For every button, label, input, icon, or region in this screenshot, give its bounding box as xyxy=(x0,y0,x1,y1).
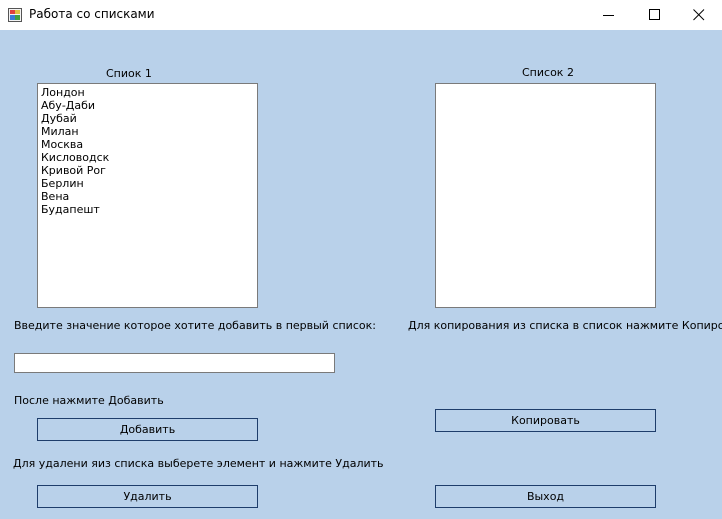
list-item[interactable]: Берлин xyxy=(41,177,257,190)
exit-button[interactable]: Выход xyxy=(435,485,656,508)
remove-hint-label: Для удалени яиз списка выберете элемент … xyxy=(13,457,384,470)
list-item[interactable]: Лондон xyxy=(41,86,257,99)
list-item[interactable]: Кисловодск xyxy=(41,151,257,164)
maximize-button[interactable] xyxy=(632,0,678,30)
list-item[interactable]: Будапешт xyxy=(41,203,257,216)
list2-listbox[interactable] xyxy=(435,83,656,308)
maximize-icon xyxy=(649,9,660,20)
list1-items: Лондон Абу-Даби Дубай Милан Москва Кисловодск… xyxy=(38,84,257,216)
app-window-icon xyxy=(8,8,22,22)
list-item[interactable]: Москва xyxy=(41,138,257,151)
window-title: Работа со списками xyxy=(29,7,155,21)
list2-items xyxy=(436,84,655,86)
add-button[interactable]: Добавить xyxy=(37,418,258,441)
list-item[interactable]: Дубай xyxy=(41,112,257,125)
list-item[interactable]: Кривой Рог xyxy=(41,164,257,177)
minimize-icon xyxy=(603,15,614,16)
add-prompt-label: Введите значение которое хотите добавить… xyxy=(14,319,376,332)
minimize-button[interactable] xyxy=(586,0,632,30)
copy-button-label: Копировать xyxy=(511,414,580,427)
add-value-input[interactable] xyxy=(14,353,335,373)
list-item[interactable]: Милан xyxy=(41,125,257,138)
copy-button[interactable]: Копировать xyxy=(435,409,656,432)
copy-hint-label: Для копирования из списка в список нажми… xyxy=(408,319,722,332)
list1-label: Спиок 1 xyxy=(106,67,152,80)
list1-listbox[interactable]: Лондон Абу-Даби Дубай Милан Москва Кисловодск… xyxy=(37,83,258,308)
remove-button[interactable]: Удалить xyxy=(37,485,258,508)
title-bar: Работа со списками xyxy=(0,0,722,30)
list2-label: Список 2 xyxy=(522,66,574,79)
add-hint-label: После нажмите Добавить xyxy=(14,394,164,407)
exit-button-label: Выход xyxy=(526,490,565,503)
list-item[interactable]: Вена xyxy=(41,190,257,203)
remove-button-label: Удалить xyxy=(123,490,172,503)
list-item[interactable]: Абу-Даби xyxy=(41,99,257,112)
close-button[interactable] xyxy=(676,0,722,30)
close-icon xyxy=(693,9,705,21)
add-button-label: Добавить xyxy=(119,423,176,436)
